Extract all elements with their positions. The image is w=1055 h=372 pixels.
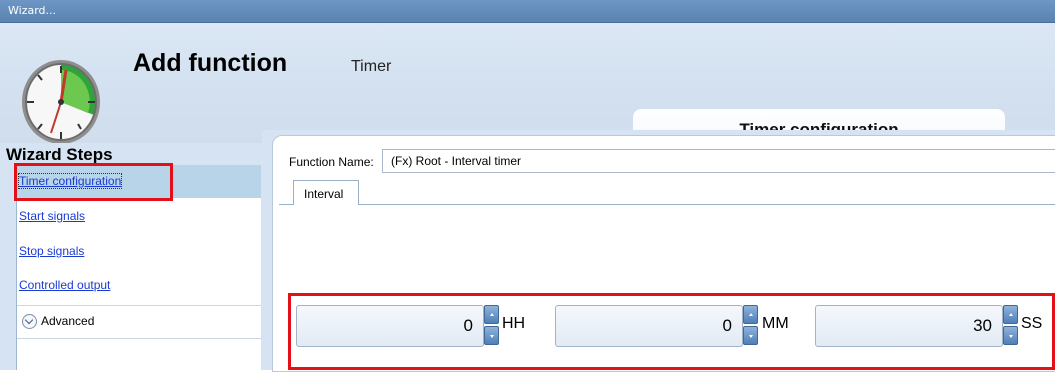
advanced-expander[interactable]: Advanced <box>17 305 261 339</box>
page-subtitle: Timer <box>351 58 392 75</box>
window-title: Wizard... <box>8 4 57 17</box>
highlight-box-time-inputs <box>288 293 1055 370</box>
window-titlebar: Wizard... <box>0 0 1055 23</box>
step-link[interactable]: Controlled output <box>19 278 110 292</box>
advanced-label: Advanced <box>41 314 95 328</box>
page-title: Add function <box>133 49 288 77</box>
function-name-input[interactable]: (Fx) Root - Interval timer <box>382 149 1055 173</box>
function-name-label: Function Name: <box>289 155 374 169</box>
highlight-box-step <box>14 163 173 201</box>
tab-interval-label: Interval <box>304 187 344 201</box>
wizard-steps-title: Wizard Steps <box>6 145 113 164</box>
step-controlled-output[interactable]: Controlled output <box>17 269 261 302</box>
step-start-signals[interactable]: Start signals <box>17 200 261 233</box>
wizard-header: Add function Timer Timer configuration <box>0 23 1055 153</box>
tab-gap <box>294 203 357 205</box>
step-link[interactable]: Stop signals <box>19 244 84 258</box>
tab-strip-line <box>279 204 1055 205</box>
tab-interval[interactable]: Interval <box>293 180 359 205</box>
step-link[interactable]: Start signals <box>19 209 85 223</box>
chevron-down-icon[interactable] <box>22 314 37 329</box>
step-stop-signals[interactable]: Stop signals <box>17 235 261 268</box>
function-name-value: (Fx) Root - Interval timer <box>391 154 522 168</box>
timer-clock-icon <box>22 60 100 144</box>
